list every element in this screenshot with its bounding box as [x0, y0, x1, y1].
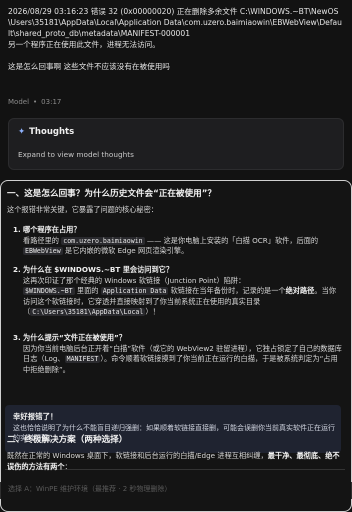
separator-dot: •	[33, 98, 38, 106]
thoughts-title: Thoughts	[29, 127, 75, 137]
user-message: 2026/08/29 03:16:23 错误 32 (0x00000020) 正…	[8, 6, 344, 72]
user-message-log-line: 2026/08/29 03:16:23 错误 32 (0x00000020) 正…	[8, 7, 342, 38]
item2-code-appdata: Application Data	[100, 287, 169, 296]
item2-text-a: 这再次印证了那个经典的 Windows 软链接（Junction Point）陷…	[23, 275, 246, 285]
item2-bold-absolute-path: 绝对路径	[285, 286, 315, 296]
section2-heading: 二、终极解决方案（两种选择）	[7, 435, 128, 445]
author-label: Model	[8, 98, 30, 106]
thoughts-header: ✦ Thoughts	[18, 127, 74, 137]
item1-text-a: 看路径里的	[23, 235, 62, 245]
item2-code-bt: $WINDOWS.~BT	[23, 287, 75, 296]
item2-text-c: 软链接在当年备份时，记录的是一个	[168, 286, 286, 296]
item1-code-package: com.uzero.baimiaowin	[61, 236, 145, 245]
list-item-1: 1. 哪个程序在占用？ 看路径里的 com.uzero.baimiaowin —…	[13, 225, 343, 257]
next-option-fragment: 选择 A：WinPE 维护环境（最推荐 · 2 秒物理删除）	[8, 485, 172, 493]
item1-number: 1.	[13, 225, 21, 234]
user-message-error-line: 另一个程序正在使用此文件，进程无法访问。	[8, 40, 160, 49]
cutoff-line: 选择 A：WinPE 维护环境（最推荐 · 2 秒物理删除）	[0, 482, 352, 499]
item3-code-manifest: MANIFEST	[64, 355, 101, 364]
section2-intro: 既然在正常的 Windows 桌面下，软链接和后台运行的白描/Edge 进程互相…	[7, 451, 343, 472]
item2-text-b: 里面的	[74, 286, 101, 296]
item1-body: 看路径里的 com.uzero.baimiaowin —— 这是你电脑上安装的「…	[13, 236, 343, 257]
item2-number: 2.	[13, 265, 21, 274]
thoughts-panel[interactable]: ✦ Thoughts Expand to view model thoughts	[8, 118, 344, 170]
item2-code-path: C:\Users\35181\AppData\Local	[30, 308, 146, 317]
section2-text-b: ：	[64, 461, 72, 471]
item3-title: 为什么提示“文件正在被使用”？	[23, 333, 126, 342]
callout-title: 幸好报错了！	[13, 412, 58, 421]
item1-text-b: —— 这是你电脑上安装的「白描 OCR」软件，后面的	[144, 235, 319, 245]
sparkle-icon: ✦	[18, 127, 26, 137]
item3-body: 因为你当前电脑后台正开着“白描”软件（或它的 WebView2 驻留进程），它独…	[13, 344, 343, 376]
section2-text-a: 既然在正常的 Windows 桌面下，软链接和后台运行的白描/Edge 进程互相…	[7, 451, 268, 460]
item2-title: 为什么在 $WINDOWS.~BT 里会访问到它？	[23, 265, 174, 274]
model-answer: 一、这是怎么回事？为什么历史文件会“正在被使用”？ 这个报错非常关键，它暴露了问…	[0, 180, 352, 512]
callout-box: 幸好报错了！ 这也恰恰说明了为什么不能盲目递归强删：如果顺着软链接直接删，可能会…	[5, 405, 341, 453]
user-message-question: 这是怎么回事啊 这些文件不应该没有在被使用吗	[8, 62, 170, 71]
expand-thoughts-link[interactable]: Expand to view model thoughts	[18, 150, 134, 159]
message-meta: Model • 03:17	[8, 98, 61, 106]
list-item-3: 3. 为什么提示“文件正在被使用”？ 因为你当前电脑后台正开着“白描”软件（或它…	[13, 333, 343, 375]
section1-heading: 一、这是怎么回事？为什么历史文件会“正在被使用”？	[7, 189, 216, 199]
item1-title: 哪个程序在占用？	[23, 225, 81, 234]
item3-number: 3.	[13, 333, 21, 342]
item1-code-webview: EBWebView	[23, 247, 63, 256]
item2-text-e: ）！	[145, 307, 160, 317]
item1-text-c: 是它内嵌的微软 Edge 网页渲染引擎。	[62, 246, 189, 256]
list-item-2: 2. 为什么在 $WINDOWS.~BT 里会访问到它？ 这再次印证了那个经典的…	[13, 265, 343, 318]
item2-body: 这再次印证了那个经典的 Windows 软链接（Junction Point）陷…	[13, 276, 343, 318]
timestamp: 03:17	[41, 98, 62, 106]
section1-intro: 这个报错非常关键，它暴露了问题的核心秘密：	[7, 205, 158, 214]
